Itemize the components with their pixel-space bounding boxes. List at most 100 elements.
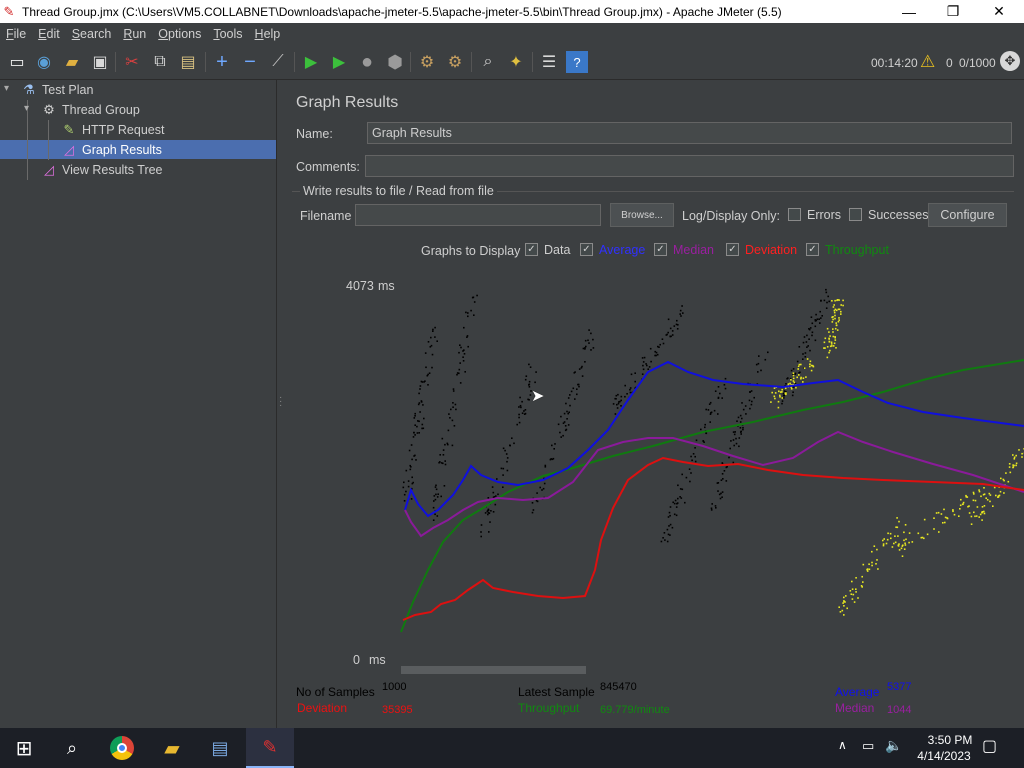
tree-item-graph-results[interactable]: ◿ Graph Results	[60, 140, 162, 160]
latest-sample-point	[861, 575, 863, 578]
latest-sample-point	[779, 396, 781, 398]
data-point	[574, 371, 576, 373]
latest-sample-point	[935, 512, 938, 514]
paste-icon[interactable]: ▤	[177, 51, 199, 73]
start-no-pause-icon[interactable]: ▶	[328, 51, 350, 73]
function-helper-icon[interactable]: ☰	[538, 51, 560, 73]
remote-status-icon[interactable]: ✥	[1000, 51, 1020, 71]
save-icon[interactable]: ▣	[89, 51, 111, 73]
toggle-icon[interactable]: ⟋	[267, 51, 289, 73]
data-point	[414, 412, 416, 415]
volume-icon[interactable]: 🔈	[885, 737, 902, 754]
latest-sample-point	[1018, 449, 1020, 451]
search-icon[interactable]: ⌕	[48, 728, 96, 768]
latest-sample-point	[983, 487, 985, 489]
graph-horizontal-scrollbar[interactable]	[401, 666, 586, 674]
data-point	[814, 319, 817, 321]
errors-checkbox[interactable]	[788, 208, 801, 221]
chrome-icon[interactable]	[98, 728, 146, 768]
data-point	[577, 383, 579, 386]
windows-start-icon[interactable]: ⊞	[0, 728, 48, 768]
split-pane-handle[interactable]: · · ·	[279, 393, 282, 411]
reset-search-icon[interactable]: ✦	[505, 51, 527, 73]
warning-icon[interactable]: ⚠	[920, 52, 935, 72]
templates-icon[interactable]: ◉	[33, 51, 55, 73]
data-point	[454, 403, 457, 406]
show-hidden-icons-chevron-icon[interactable]: ∧	[838, 738, 847, 752]
server-manager-icon[interactable]: ▤	[196, 728, 244, 768]
notifications-icon[interactable]: ▢	[982, 736, 997, 756]
menu-run[interactable]: Run	[117, 27, 152, 41]
file-explorer-icon[interactable]: ▰	[148, 728, 196, 768]
copy-icon[interactable]: ⧉	[149, 51, 171, 73]
data-point	[811, 322, 814, 325]
data-point	[442, 449, 445, 451]
jmeter-feather-icon: ✎	[3, 3, 15, 19]
menu-tools[interactable]: Tools	[207, 27, 248, 41]
menu-file[interactable]: File	[0, 27, 32, 41]
clear-icon[interactable]: ⚙	[416, 51, 438, 73]
data-point	[624, 395, 626, 398]
data-checkbox[interactable]: ✓	[525, 243, 538, 256]
data-point	[749, 407, 751, 410]
latest-sample-point	[843, 614, 845, 616]
comments-input[interactable]	[365, 155, 1014, 177]
filename-input[interactable]	[355, 204, 601, 226]
menu-help[interactable]: Help	[249, 27, 287, 41]
new-icon[interactable]: ▭	[6, 51, 28, 73]
expand-chevron-icon[interactable]: ▾	[24, 103, 29, 114]
data-point	[671, 526, 674, 529]
latest-sample-point	[832, 345, 835, 347]
clear-all-icon[interactable]: ⚙	[444, 51, 466, 73]
data-point	[689, 480, 691, 483]
name-input[interactable]: Graph Results	[367, 122, 1012, 144]
shutdown-icon[interactable]: ⬢	[384, 51, 406, 73]
data-point	[444, 443, 446, 446]
latest-sample-point	[834, 314, 836, 317]
tree-item-test-plan[interactable]: ⚗ Test Plan	[20, 80, 93, 100]
cut-icon[interactable]: ✂	[121, 51, 143, 73]
tree-item-thread-group[interactable]: ⚙ Thread Group	[40, 100, 140, 120]
start-icon[interactable]: ▶	[300, 51, 322, 73]
browse-button[interactable]: Browse...	[610, 203, 674, 227]
latest-sample-point	[973, 511, 975, 514]
data-point	[723, 384, 726, 386]
minimize-button[interactable]: —	[886, 0, 932, 23]
data-point	[661, 338, 664, 340]
latest-sample-point	[973, 493, 975, 495]
expand-chevron-icon[interactable]: ▾	[4, 83, 9, 94]
tree-item-view-results-tree[interactable]: ◿ View Results Tree	[40, 160, 163, 180]
jmeter-icon[interactable]: ✎	[246, 728, 294, 768]
help-icon[interactable]: ?	[566, 51, 588, 73]
median-checkbox[interactable]: ✓	[654, 243, 667, 256]
tree-item-http-request[interactable]: ✎ HTTP Request	[60, 120, 165, 140]
search-icon[interactable]: ⌕	[477, 51, 499, 73]
data-point	[612, 403, 615, 405]
menu-options[interactable]: Options	[152, 27, 207, 41]
data-point	[480, 524, 483, 526]
close-button[interactable]: ✕	[976, 0, 1022, 23]
menu-search[interactable]: Search	[66, 27, 118, 41]
average-checkbox[interactable]: ✓	[580, 243, 593, 256]
throughput-checkbox[interactable]: ✓	[806, 243, 819, 256]
data-point	[524, 409, 527, 411]
collapse-icon[interactable]: −	[239, 51, 261, 73]
successes-checkbox[interactable]	[849, 208, 862, 221]
data-point	[729, 447, 731, 450]
latest-sample-point	[953, 513, 956, 516]
data-point	[430, 336, 432, 339]
stop-icon[interactable]: ●	[356, 51, 378, 73]
data-point	[620, 405, 622, 407]
network-icon[interactable]: ▭	[862, 738, 874, 754]
deviation-checkbox[interactable]: ✓	[726, 243, 739, 256]
data-point	[574, 398, 576, 400]
latest-sample-point	[796, 376, 798, 379]
data-point	[502, 467, 505, 470]
configure-button[interactable]: Configure	[928, 203, 1007, 227]
latest-sample-point	[781, 391, 783, 393]
open-icon[interactable]: ▰	[61, 51, 83, 73]
menu-edit[interactable]: Edit	[32, 27, 66, 41]
expand-icon[interactable]: +	[211, 51, 233, 73]
latest-sample-point	[838, 319, 840, 321]
maximize-button[interactable]: ❐	[930, 0, 976, 23]
